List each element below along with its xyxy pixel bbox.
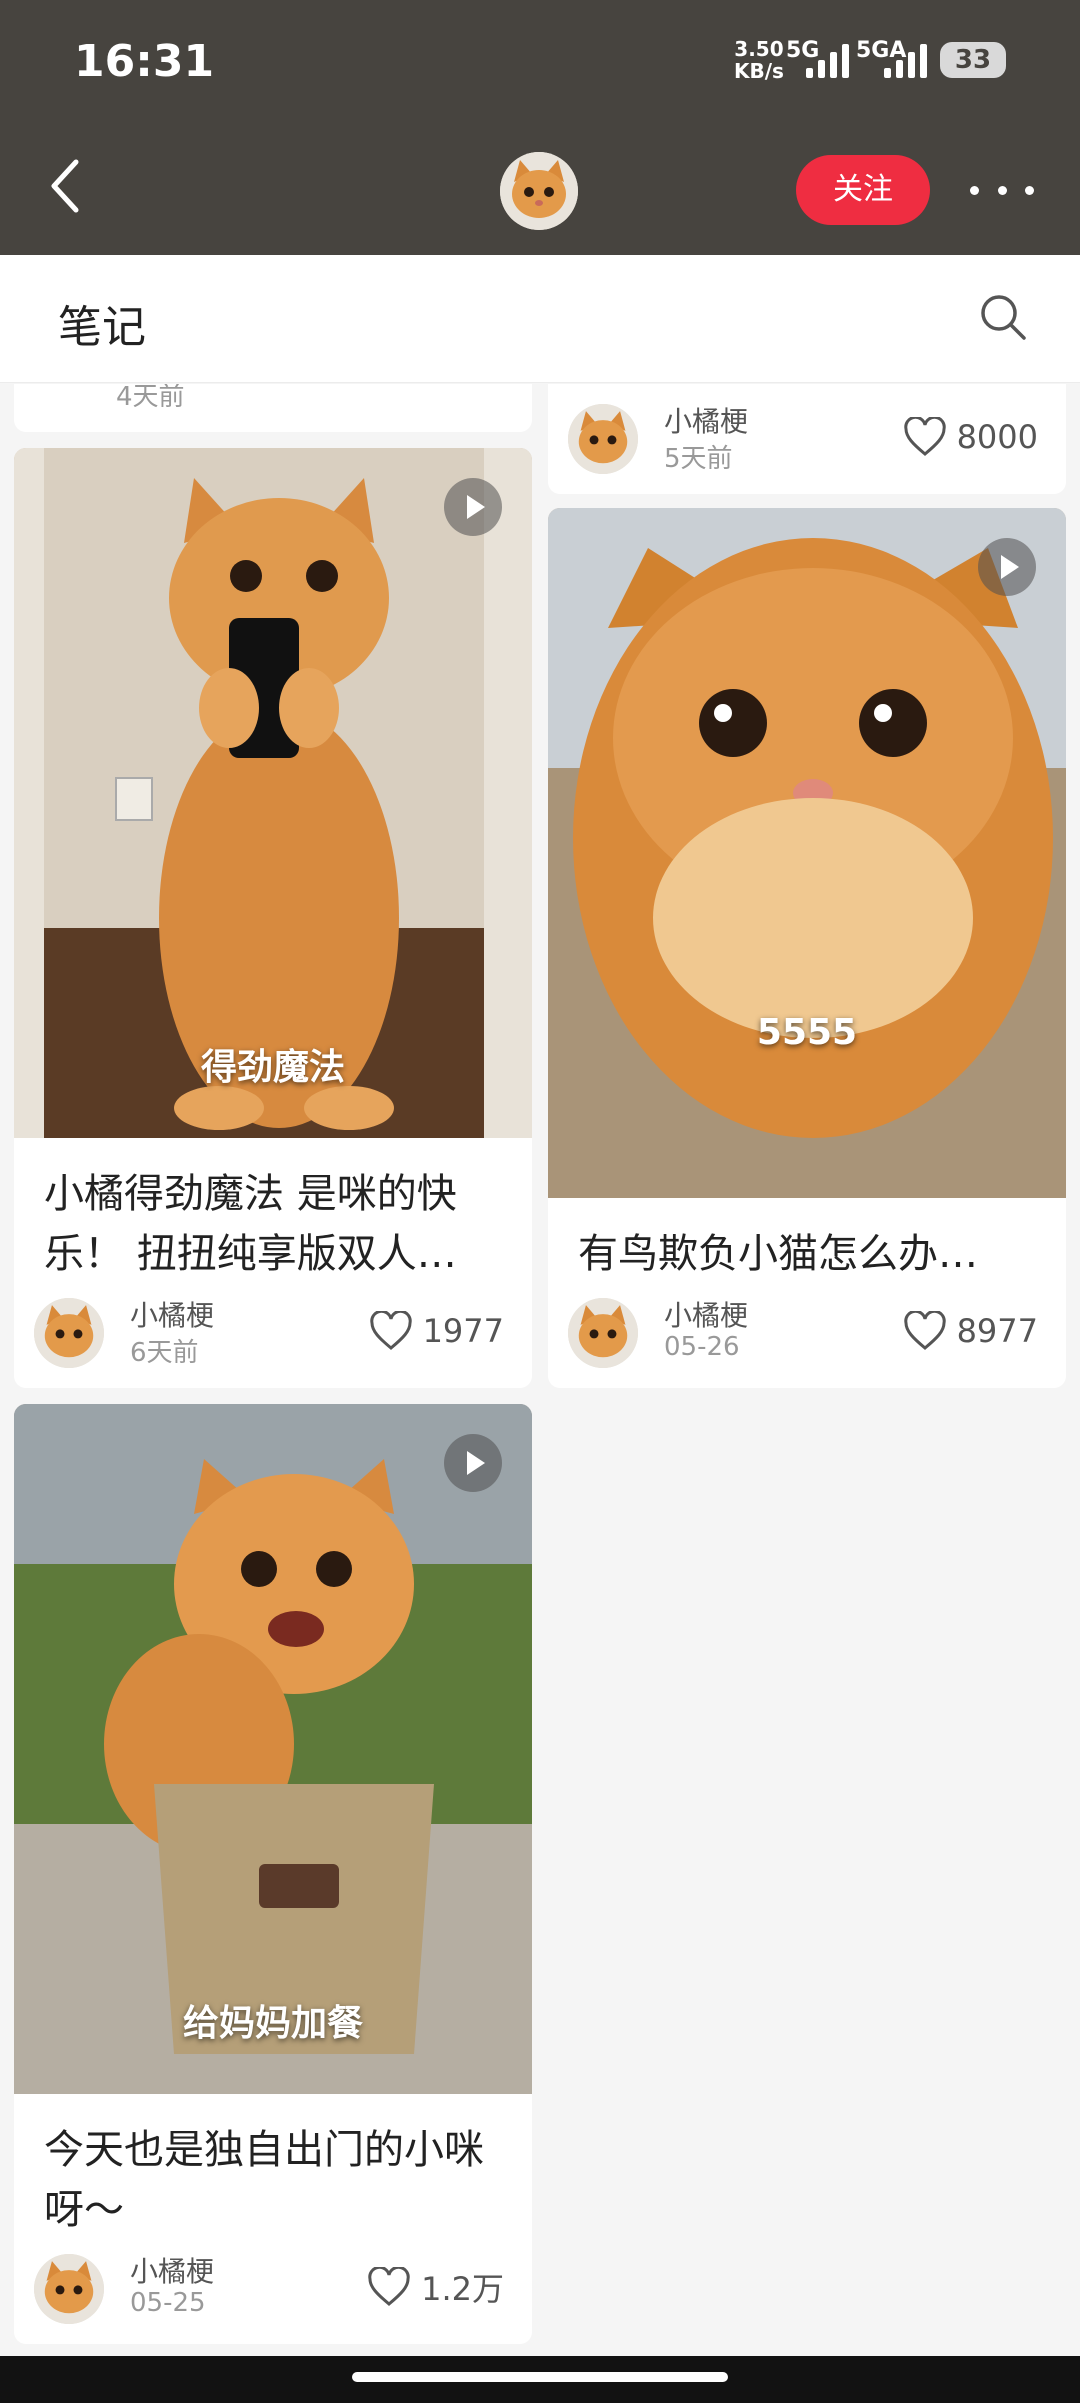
- author-avatar: [34, 1298, 104, 1368]
- like-count: 8977: [956, 1312, 1038, 1350]
- heart-icon: [369, 1311, 412, 1350]
- home-indicator[interactable]: [352, 2372, 728, 2382]
- like-button[interactable]: 1977: [369, 1306, 504, 1356]
- battery-icon: 33: [940, 42, 1006, 78]
- note-title[interactable]: 今天也是独自出门的小咪呀～: [44, 2120, 506, 2240]
- heart-icon: [903, 1311, 946, 1350]
- network-speed-value: 3.50: [734, 37, 784, 61]
- play-icon: [444, 1434, 502, 1492]
- note-card[interactable]: 5555 有鸟欺负小猫怎么办… 小橘梗 05-26 8977: [548, 508, 1066, 1388]
- cover-caption: 得劲魔法: [200, 1047, 345, 1088]
- post-time: 5天前: [664, 444, 733, 474]
- more-icon: [970, 185, 979, 195]
- network-speed-unit: KB/s: [734, 59, 784, 83]
- like-count: 1977: [422, 1312, 504, 1350]
- cat-photo: [14, 1404, 532, 2094]
- author-avatar: [34, 2254, 104, 2324]
- post-time: 05-25: [130, 2288, 206, 2318]
- like-button[interactable]: 8977: [903, 1306, 1038, 1356]
- card-partial-right[interactable]: 小橘梗 5天前 8000: [548, 384, 1066, 494]
- post-time: 6天前: [130, 1338, 199, 1368]
- like-button[interactable]: 1.2万: [367, 2262, 504, 2312]
- post-time: 4天前: [116, 384, 185, 412]
- author-name: 小橘梗: [664, 1299, 749, 1332]
- section-title: 笔记: [58, 302, 146, 353]
- more-button[interactable]: [970, 170, 1034, 210]
- top-bar: 16:31 3.50 KB/s 5G 5GA 33 关注: [0, 0, 1080, 255]
- author-avatar[interactable]: [500, 152, 578, 230]
- note-cover-image[interactable]: 给妈妈加餐: [14, 1404, 532, 2094]
- cover-caption: 给妈妈加餐: [182, 2003, 363, 2044]
- note-title[interactable]: 有鸟欺负小猫怎么办…: [578, 1224, 1040, 1284]
- author-name: 小橘梗: [130, 2255, 215, 2288]
- like-count: 8000: [956, 418, 1038, 456]
- author-name: 小橘梗: [130, 1299, 215, 1332]
- network-speed: 3.50 KB/s: [734, 38, 784, 82]
- search-icon: [981, 295, 1026, 340]
- play-icon: [444, 478, 502, 536]
- cat-photo: [548, 508, 1066, 1198]
- section-header: 笔记: [0, 255, 1080, 383]
- note-cover-image[interactable]: 5555: [548, 508, 1066, 1198]
- like-button[interactable]: 8000: [903, 412, 1038, 462]
- play-icon: [978, 538, 1036, 596]
- like-count: 1.2万: [421, 2270, 504, 2308]
- signal-icon-2: [884, 42, 927, 78]
- status-time: 16:31: [74, 36, 215, 87]
- heart-icon: [903, 417, 946, 456]
- note-card[interactable]: 给妈妈加餐 今天也是独自出门的小咪呀～ 小橘梗 05-25 1.2万: [14, 1404, 532, 2344]
- author-avatar: [568, 404, 638, 474]
- card-partial-left[interactable]: 4天前: [14, 384, 532, 432]
- back-button[interactable]: [44, 156, 92, 216]
- cover-caption: 5555: [756, 1012, 858, 1053]
- heart-icon: [368, 2267, 410, 2306]
- post-time: 05-26: [664, 1332, 740, 1362]
- author-avatar: [568, 1298, 638, 1368]
- cat-photo: [14, 448, 532, 1138]
- back-icon: [51, 159, 79, 213]
- author-name: 小橘梗: [664, 405, 749, 438]
- note-cover-image[interactable]: 得劲魔法: [14, 448, 532, 1138]
- note-title[interactable]: 小橘得劲魔法 是咪的快乐！ 扭扭纯享版双人…: [44, 1164, 506, 1284]
- cat-avatar-icon: [500, 152, 578, 230]
- note-card[interactable]: 得劲魔法 小橘得劲魔法 是咪的快乐！ 扭扭纯享版双人… 小橘梗 6天前 1977: [14, 448, 532, 1388]
- follow-button[interactable]: 关注: [796, 155, 930, 225]
- search-button[interactable]: [978, 292, 1028, 342]
- signal-icon: [806, 42, 849, 78]
